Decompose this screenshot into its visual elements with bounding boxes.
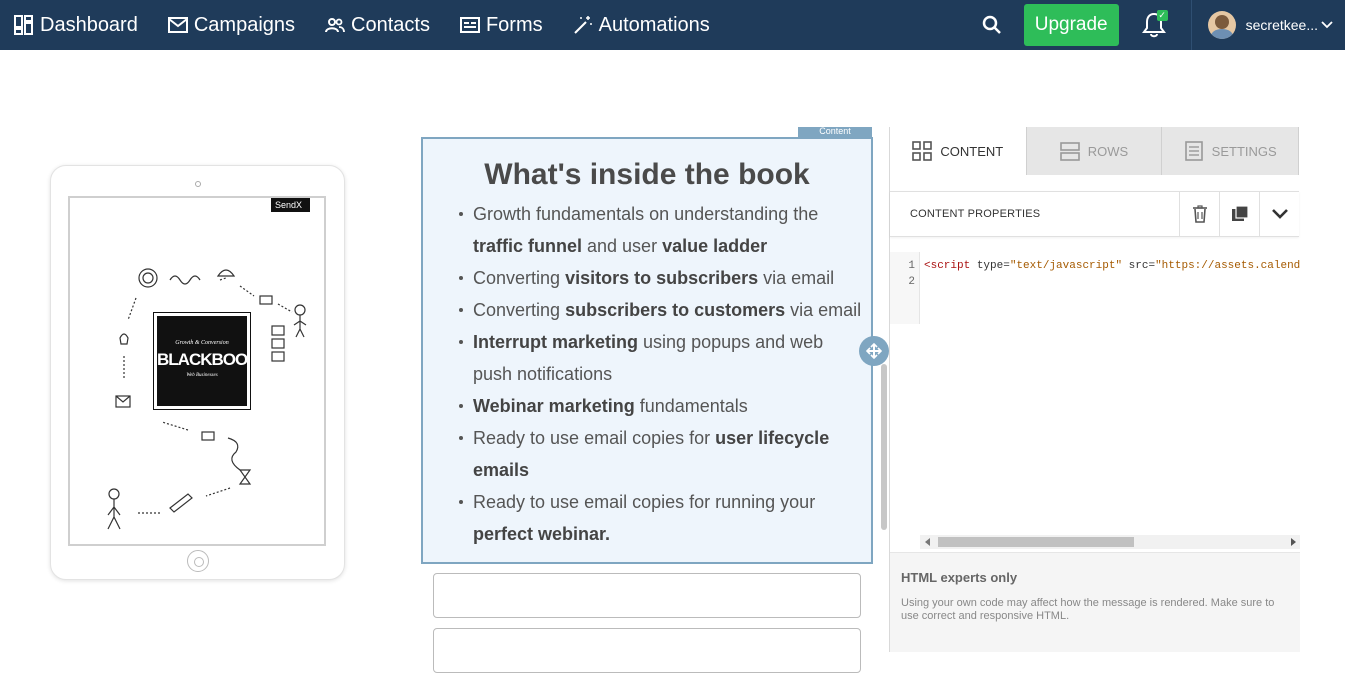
line-number: 1 bbox=[908, 260, 915, 272]
envelope-icon bbox=[167, 17, 188, 33]
code-attr: type= bbox=[970, 260, 1010, 272]
scroll-thumb[interactable] bbox=[938, 537, 1134, 547]
tab-rows[interactable]: ROWS bbox=[1026, 127, 1163, 175]
notification-badge: ✓ bbox=[1156, 10, 1168, 21]
content-properties-title: CONTENT PROPERTIES bbox=[910, 208, 1041, 220]
nav-contacts-label: Contacts bbox=[351, 13, 430, 36]
code-string: "text/javascript" bbox=[1009, 260, 1123, 272]
people-icon bbox=[325, 18, 345, 33]
content-block-tag[interactable]: Content bbox=[798, 127, 872, 137]
line-number: 2 bbox=[908, 276, 915, 288]
scroll-left-icon[interactable] bbox=[925, 538, 930, 546]
panel-tabs: CONTENT ROWS SETTINGS bbox=[890, 127, 1300, 175]
duplicate-icon bbox=[1231, 205, 1249, 221]
move-handle[interactable] bbox=[859, 336, 889, 366]
tablet-preview: SendX Growth & Conversion BLACKBOOK Web … bbox=[50, 165, 345, 580]
book-cover: Growth & Conversion BLACKBOOK Web Busine… bbox=[153, 312, 260, 410]
list-item: Webinar marketing fundamentals bbox=[459, 390, 863, 422]
duplicate-button[interactable] bbox=[1219, 191, 1259, 237]
delete-button[interactable] bbox=[1179, 191, 1219, 237]
code-gutter: 1 2 bbox=[890, 252, 920, 324]
tablet-screen: SendX Growth & Conversion BLACKBOOK Web … bbox=[68, 196, 326, 546]
code-horizontal-scrollbar[interactable] bbox=[920, 535, 1300, 549]
code-attr: src= bbox=[1122, 260, 1156, 272]
tab-rows-label: ROWS bbox=[1087, 143, 1129, 159]
tablet-camera bbox=[195, 181, 201, 187]
nav-forms[interactable]: Forms bbox=[446, 0, 543, 50]
list-item: Ready to use email copies for running yo… bbox=[459, 486, 863, 550]
grid-icon bbox=[912, 141, 933, 161]
list-item: Ready to use email copies for user lifec… bbox=[459, 422, 863, 486]
book-subtitle: Growth & Conversion bbox=[175, 340, 229, 346]
code-lines: <script type="text/javascript" src="http… bbox=[924, 258, 1300, 274]
nav-automations-label: Automations bbox=[598, 13, 710, 36]
settings-doc-icon bbox=[1184, 141, 1203, 161]
nav-contacts[interactable]: Contacts bbox=[311, 0, 430, 50]
empty-row-block[interactable] bbox=[433, 573, 861, 618]
search-icon bbox=[982, 15, 1001, 34]
content-properties-bar: CONTENT PROPERTIES bbox=[890, 191, 1299, 237]
dashboard-icon bbox=[14, 15, 33, 35]
tab-settings[interactable]: SETTINGS bbox=[1162, 127, 1300, 175]
html-experts-note: HTML experts only Using your own code ma… bbox=[890, 552, 1300, 652]
book-caption: Web Businesses bbox=[186, 373, 218, 378]
nav-campaigns[interactable]: Campaigns bbox=[154, 0, 295, 50]
content-heading: What's inside the book bbox=[484, 158, 810, 191]
empty-row-block[interactable] bbox=[433, 628, 861, 673]
trash-icon bbox=[1192, 205, 1207, 223]
chevron-down-icon bbox=[1321, 21, 1333, 29]
move-icon bbox=[866, 343, 882, 359]
content-bullet-list: Growth fundamentals on understanding the… bbox=[423, 198, 871, 550]
upgrade-button[interactable]: Upgrade bbox=[1023, 4, 1119, 46]
magic-wand-icon bbox=[573, 16, 592, 34]
experts-text: Using your own code may affect how the m… bbox=[901, 597, 1275, 622]
nav-dashboard[interactable]: Dashboard bbox=[0, 0, 138, 50]
experts-title: HTML experts only bbox=[901, 570, 1018, 585]
nav-campaigns-label: Campaigns bbox=[193, 13, 296, 36]
html-code-editor[interactable]: 1 2 <script type="text/javascript" src="… bbox=[890, 252, 1300, 324]
nav-right-group: Upgrade ✓ secretkee... bbox=[972, 0, 1345, 50]
notifications-button[interactable]: ✓ bbox=[1133, 0, 1175, 50]
username: secretkee... bbox=[1245, 17, 1318, 33]
tablet-home-button bbox=[187, 550, 209, 572]
top-navigation: Dashboard Campaigns Contacts Forms Autom… bbox=[0, 0, 1345, 50]
scroll-right-icon[interactable] bbox=[1291, 538, 1296, 546]
avatar bbox=[1207, 11, 1236, 39]
canvas-scrollbar[interactable] bbox=[881, 364, 887, 530]
tab-content[interactable]: CONTENT bbox=[890, 127, 1027, 175]
tab-settings-label: SETTINGS bbox=[1211, 143, 1277, 159]
book-title: BLACKBOOK bbox=[157, 350, 260, 369]
code-string: "https://assets.calendly.com/assets/exte… bbox=[1155, 260, 1300, 272]
nav-dashboard-label: Dashboard bbox=[40, 13, 138, 36]
tab-content-label: CONTENT bbox=[940, 143, 1004, 159]
nav-forms-label: Forms bbox=[485, 13, 543, 36]
list-item: Converting subscribers to customers via … bbox=[459, 294, 863, 326]
form-icon bbox=[459, 17, 480, 33]
search-button[interactable] bbox=[972, 0, 1012, 50]
list-item: Converting visitors to subscribers via e… bbox=[459, 262, 863, 294]
chevron-down-icon bbox=[1271, 209, 1288, 219]
selected-content-block[interactable]: What's inside the book Growth fundamenta… bbox=[421, 137, 873, 564]
collapse-button[interactable] bbox=[1259, 191, 1299, 237]
list-item: Growth fundamentals on understanding the… bbox=[459, 198, 863, 262]
nav-automations[interactable]: Automations bbox=[559, 0, 710, 50]
code-tag: <script bbox=[924, 260, 971, 272]
rows-icon bbox=[1059, 142, 1080, 161]
list-item: Interrupt marketing using popups and web… bbox=[459, 326, 863, 390]
user-menu[interactable]: secretkee... bbox=[1192, 0, 1345, 50]
properties-panel: CONTENT ROWS SETTINGS CONTENT PROPERTIES… bbox=[889, 127, 1300, 652]
